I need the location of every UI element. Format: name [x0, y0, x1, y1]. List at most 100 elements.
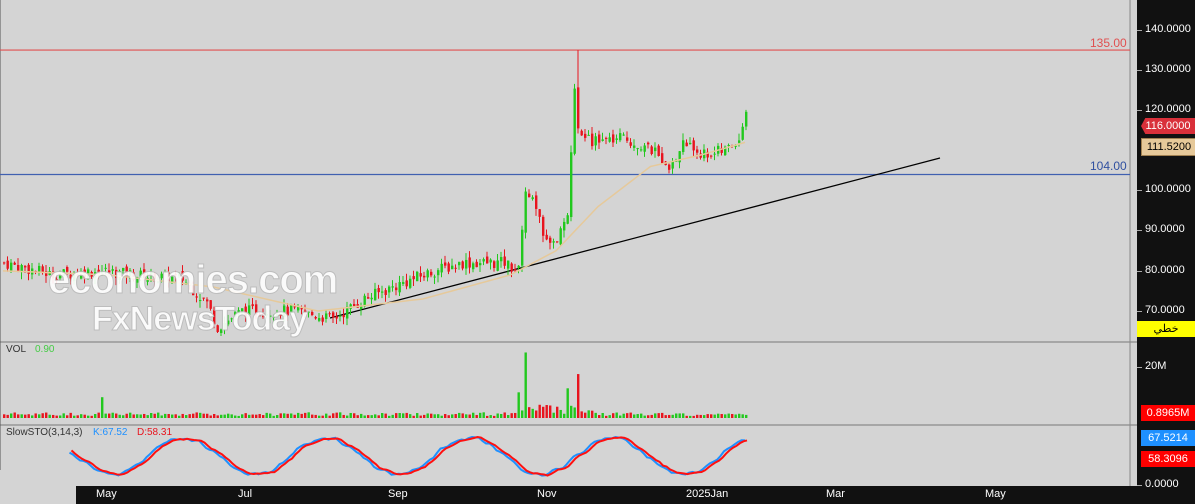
ma-value-tag: 111.5200 [1141, 138, 1195, 156]
candle-body [563, 221, 566, 231]
candle-body [661, 153, 664, 164]
chart-mode-button[interactable]: خطي [1137, 321, 1195, 337]
volume-bar [255, 414, 258, 418]
volume-bar [699, 414, 702, 418]
candle-body [619, 133, 622, 141]
volume-bar [381, 413, 384, 418]
candle-body [682, 140, 685, 153]
volume-bar [682, 413, 685, 418]
volume-bar [524, 352, 527, 418]
volume-bar [608, 415, 611, 418]
candle-body [608, 137, 611, 142]
x-tick: Sep [388, 488, 408, 500]
volume-bar [251, 414, 254, 418]
volume-bar [538, 404, 541, 418]
volume-bar [283, 413, 286, 418]
candle-body [636, 148, 639, 150]
volume-bar [276, 414, 279, 418]
volume-bar [689, 415, 692, 418]
candle-body [710, 155, 713, 157]
price-axis[interactable]: 140.0000 130.0000 120.0000 100.0000 90.0… [1136, 0, 1195, 504]
candle-body [668, 164, 671, 170]
volume-bar [314, 414, 317, 418]
volume-bar [430, 413, 433, 418]
volume-bar [304, 412, 307, 418]
candle-body [503, 256, 506, 266]
volume-bar [696, 414, 699, 418]
volume-bar [139, 414, 142, 418]
volume-bar [402, 413, 405, 418]
volume-bar [664, 415, 667, 418]
volume-bar [262, 415, 265, 418]
volume-bar [594, 412, 597, 418]
volume-bar [27, 414, 30, 418]
candle-body [493, 261, 496, 268]
volume-bar [216, 415, 219, 418]
candle-body [510, 263, 513, 272]
volume-bar [10, 413, 13, 418]
volume-bar [591, 410, 594, 418]
x-tick: May [985, 488, 1006, 500]
candle-body [573, 88, 576, 154]
volume-bar [692, 415, 695, 418]
volume-value: 0.90 [35, 344, 55, 355]
volume-bar [353, 413, 356, 418]
volume-bar [626, 413, 629, 418]
volume-bar [17, 414, 20, 418]
volume-bar [535, 410, 538, 418]
x-tick: Jul [238, 488, 253, 500]
candle-body [384, 290, 387, 296]
volume-bar [234, 415, 237, 418]
volume-bar [668, 414, 671, 418]
volume-bar [45, 412, 48, 418]
volume-title: VOL [6, 344, 27, 355]
stochastic-d-label: D:58.31 [137, 427, 173, 438]
candle-body [419, 273, 422, 277]
candle-body [465, 259, 468, 269]
volume-bar [265, 412, 268, 418]
candle-body [451, 265, 454, 270]
volume-bar [115, 413, 118, 418]
volume-bar [94, 413, 97, 418]
candle-body [486, 256, 489, 264]
candle-body [633, 145, 636, 148]
volume-bar [531, 408, 534, 418]
candle-body [6, 260, 9, 269]
candle-body [325, 313, 328, 319]
candle-body [671, 161, 674, 169]
volume-bar [62, 413, 65, 418]
time-axis[interactable]: May Jul Sep Nov 2025Jan Mar May [76, 486, 1137, 504]
volume-bar [38, 414, 41, 418]
candle-body [374, 288, 377, 301]
volume-bar [297, 412, 300, 418]
volume-bar [633, 414, 636, 418]
volume-bar [244, 413, 247, 418]
volume-bar [517, 392, 520, 418]
volume-bar [615, 412, 618, 418]
volume-bar [101, 397, 104, 418]
volume-bar [66, 415, 69, 418]
volume-bar [678, 413, 681, 418]
candle-body [531, 197, 534, 200]
candle-body [615, 138, 618, 140]
volume-bar [356, 415, 359, 418]
volume-bar [332, 413, 335, 418]
volume-bar [230, 414, 233, 418]
volume-bar [391, 414, 394, 418]
volume-bar [20, 414, 23, 418]
volume-bar [419, 415, 422, 418]
volume-bar [370, 415, 373, 418]
y-tick: 90.0000 [1137, 223, 1185, 235]
stochastic-k-tag: 67.5214 [1141, 430, 1195, 446]
volume-bar [713, 414, 716, 418]
candle-body [10, 262, 13, 272]
volume-bar [307, 412, 310, 418]
volume-bar [724, 414, 727, 418]
volume-bar [654, 413, 657, 418]
volume-bar [223, 414, 226, 418]
volume-bar [475, 414, 478, 418]
volume-bar [367, 415, 370, 418]
volume-bar [619, 415, 622, 418]
volume-bar [3, 414, 6, 418]
volume-bar [87, 415, 90, 418]
